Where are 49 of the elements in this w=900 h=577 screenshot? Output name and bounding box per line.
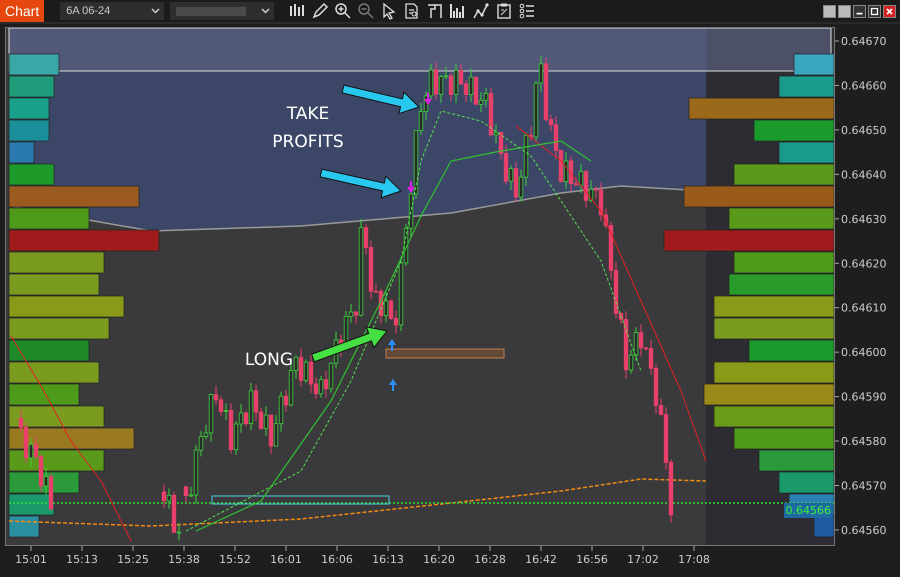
up-arrow-icon	[389, 379, 397, 391]
time-label: 16:28	[474, 553, 506, 566]
time-label: 16:20	[423, 553, 455, 566]
list-icon[interactable]	[518, 2, 536, 20]
price-label: 0.64580	[841, 435, 886, 448]
instrument-dropdown[interactable]: 6A 06-24	[60, 2, 164, 20]
chevron-icon	[151, 8, 160, 14]
time-label: 16:13	[372, 553, 404, 566]
time-label: 15:38	[168, 553, 200, 566]
down-arrow-icon	[407, 181, 415, 193]
close-icon[interactable]	[883, 4, 896, 18]
price-label: 0.64620	[841, 257, 886, 270]
ruler-icon[interactable]	[426, 2, 444, 20]
last-price-label: 0.64566	[784, 503, 833, 518]
line-chart-icon[interactable]	[472, 2, 490, 20]
price-label: 0.64570	[841, 480, 886, 492]
maximize-icon[interactable]	[868, 4, 881, 18]
time-label: 16:06	[321, 553, 353, 566]
pencil-icon[interactable]	[311, 2, 330, 20]
zoom-out-icon[interactable]	[357, 2, 376, 20]
chevron-icon	[261, 8, 270, 14]
down-arrow-icon	[424, 93, 432, 105]
price-label: 0.64650	[841, 124, 886, 137]
price-label: 0.64560	[841, 524, 886, 537]
price-label: 0.64630	[841, 212, 886, 226]
price-label: 0.64600	[841, 346, 886, 360]
price-label: 0.64660	[841, 79, 886, 92]
up-arrow-icon	[388, 339, 396, 351]
window-button[interactable]	[823, 4, 836, 18]
time-label: 15:25	[117, 553, 149, 566]
price-label: 0.64670	[841, 35, 886, 48]
price-label: 0.64590	[841, 390, 886, 404]
time-label: 16:42	[525, 553, 557, 566]
zoom-in-icon[interactable]	[334, 2, 352, 20]
time-label: 16:56	[576, 553, 608, 566]
chart-annotation: LONG	[244, 349, 294, 372]
price-label: 0.64640	[841, 168, 886, 182]
time-label: 15:52	[219, 553, 251, 566]
chart-annotation: TAKE PROFITS	[271, 103, 345, 154]
time-label: 17:08	[678, 553, 710, 566]
price-label: 0.64610	[841, 302, 886, 315]
chart-tab[interactable]: Chart	[0, 0, 44, 22]
clipboard-icon[interactable]	[495, 2, 514, 20]
time-label: 15:13	[66, 553, 98, 566]
window-button[interactable]	[838, 4, 851, 18]
time-label: 15:01	[15, 553, 47, 566]
time-label: 16:01	[270, 553, 302, 566]
time-label: 17:02	[627, 553, 659, 566]
minimize-icon[interactable]	[853, 4, 866, 18]
